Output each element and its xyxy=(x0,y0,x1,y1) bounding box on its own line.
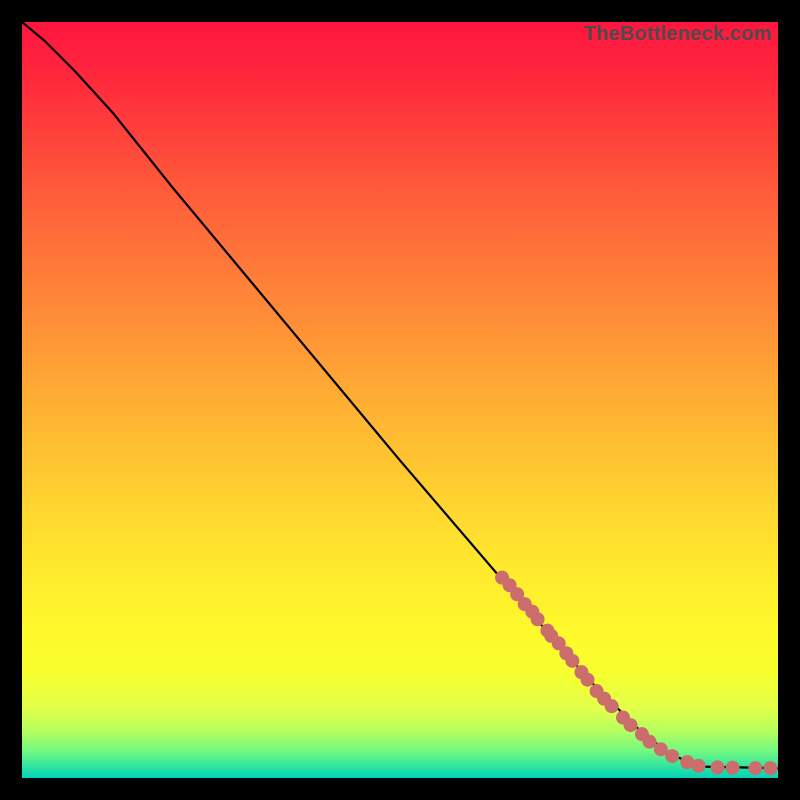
data-point xyxy=(748,761,762,775)
data-point xyxy=(605,699,619,713)
data-point xyxy=(692,759,706,773)
curve-line xyxy=(22,22,778,768)
chart-frame: TheBottleneck.com xyxy=(0,0,800,800)
data-point xyxy=(726,761,740,775)
data-point xyxy=(565,654,579,668)
data-point xyxy=(665,749,679,763)
data-point xyxy=(531,612,545,626)
data-point xyxy=(624,718,638,732)
chart-svg xyxy=(22,22,778,778)
data-point xyxy=(711,760,725,774)
data-points xyxy=(495,571,777,776)
data-point xyxy=(580,673,594,687)
plot-area: TheBottleneck.com xyxy=(22,22,778,778)
data-point xyxy=(763,761,777,775)
